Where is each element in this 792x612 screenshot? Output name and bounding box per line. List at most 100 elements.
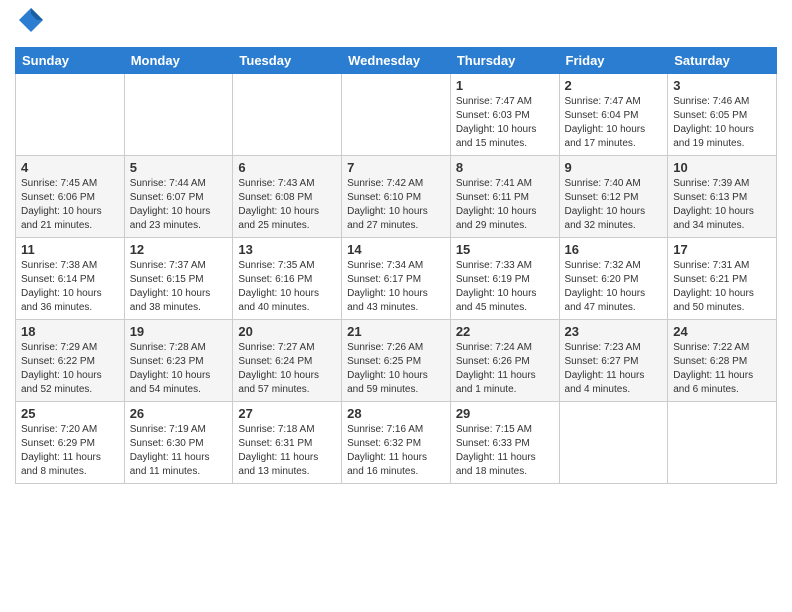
day-number: 20 [238,324,336,339]
calendar-cell: 3 Sunrise: 7:46 AM Sunset: 6:05 PM Daylig… [668,74,777,156]
day-info: Sunrise: 7:46 AM Sunset: 6:05 PM Dayligh… [673,95,771,151]
day-info: Sunrise: 7:47 AM Sunset: 6:04 PM Dayligh… [565,95,663,151]
day-info: Sunrise: 7:28 AM Sunset: 6:23 PM Dayligh… [130,341,228,397]
calendar-cell: 24 Sunrise: 7:22 AM Sunset: 6:28 PM Dayli… [668,320,777,402]
header-sunday: Sunday [16,48,125,74]
day-info: Sunrise: 7:42 AM Sunset: 6:10 PM Dayligh… [347,177,445,233]
calendar-cell [124,74,233,156]
day-info: Sunrise: 7:37 AM Sunset: 6:15 PM Dayligh… [130,259,228,315]
calendar-cell: 7 Sunrise: 7:42 AM Sunset: 6:10 PM Daylig… [342,156,451,238]
day-number: 6 [238,160,336,175]
day-number: 14 [347,242,445,257]
day-info: Sunrise: 7:16 AM Sunset: 6:32 PM Dayligh… [347,423,445,479]
header-saturday: Saturday [668,48,777,74]
day-info: Sunrise: 7:44 AM Sunset: 6:07 PM Dayligh… [130,177,228,233]
day-info: Sunrise: 7:34 AM Sunset: 6:17 PM Dayligh… [347,259,445,315]
calendar-cell: 21 Sunrise: 7:26 AM Sunset: 6:25 PM Dayli… [342,320,451,402]
calendar-cell: 19 Sunrise: 7:28 AM Sunset: 6:23 PM Dayli… [124,320,233,402]
calendar-cell: 14 Sunrise: 7:34 AM Sunset: 6:17 PM Dayli… [342,238,451,320]
day-info: Sunrise: 7:33 AM Sunset: 6:19 PM Dayligh… [456,259,554,315]
day-number: 10 [673,160,771,175]
header-wednesday: Wednesday [342,48,451,74]
calendar-cell: 23 Sunrise: 7:23 AM Sunset: 6:27 PM Dayli… [559,320,668,402]
day-number: 12 [130,242,228,257]
day-info: Sunrise: 7:40 AM Sunset: 6:12 PM Dayligh… [565,177,663,233]
day-number: 15 [456,242,554,257]
day-number: 19 [130,324,228,339]
day-number: 24 [673,324,771,339]
calendar-cell: 12 Sunrise: 7:37 AM Sunset: 6:15 PM Dayli… [124,238,233,320]
day-info: Sunrise: 7:32 AM Sunset: 6:20 PM Dayligh… [565,259,663,315]
day-number: 27 [238,406,336,421]
day-number: 16 [565,242,663,257]
calendar-cell: 9Sunrise: 7:40 AM Sunset: 6:12 PM Daylig… [559,156,668,238]
calendar-cell [16,74,125,156]
day-number: 11 [21,242,119,257]
calendar-cell: 17 Sunrise: 7:31 AM Sunset: 6:21 PM Dayli… [668,238,777,320]
day-info: Sunrise: 7:23 AM Sunset: 6:27 PM Dayligh… [565,341,663,397]
calendar-cell: 8 Sunrise: 7:41 AM Sunset: 6:11 PM Daylig… [450,156,559,238]
header-tuesday: Tuesday [233,48,342,74]
day-info: Sunrise: 7:22 AM Sunset: 6:28 PM Dayligh… [673,341,771,397]
calendar-body: 1 Sunrise: 7:47 AM Sunset: 6:03 PM Daylig… [16,74,777,484]
day-number: 25 [21,406,119,421]
calendar-cell [559,402,668,484]
calendar-cell: 4 Sunrise: 7:45 AM Sunset: 6:06 PM Daylig… [16,156,125,238]
day-number: 7 [347,160,445,175]
calendar-cell: 2 Sunrise: 7:47 AM Sunset: 6:04 PM Daylig… [559,74,668,156]
header [15,10,777,39]
calendar-cell: 20 Sunrise: 7:27 AM Sunset: 6:24 PM Dayli… [233,320,342,402]
day-number: 5 [130,160,228,175]
header-friday: Friday [559,48,668,74]
logo-text [15,15,45,39]
header-thursday: Thursday [450,48,559,74]
calendar-cell: 16 Sunrise: 7:32 AM Sunset: 6:20 PM Dayli… [559,238,668,320]
calendar-cell: 10Sunrise: 7:39 AM Sunset: 6:13 PM Dayli… [668,156,777,238]
day-info: Sunrise: 7:35 AM Sunset: 6:16 PM Dayligh… [238,259,336,315]
calendar-cell: 13Sunrise: 7:35 AM Sunset: 6:16 PM Dayli… [233,238,342,320]
calendar-cell: 18Sunrise: 7:29 AM Sunset: 6:22 PM Dayli… [16,320,125,402]
day-info: Sunrise: 7:24 AM Sunset: 6:26 PM Dayligh… [456,341,554,397]
day-number: 2 [565,78,663,93]
day-number: 18 [21,324,119,339]
day-number: 1 [456,78,554,93]
calendar-cell [668,402,777,484]
calendar-week-5: 25Sunrise: 7:20 AM Sunset: 6:29 PM Dayli… [16,402,777,484]
calendar-week-1: 1 Sunrise: 7:47 AM Sunset: 6:03 PM Daylig… [16,74,777,156]
day-info: Sunrise: 7:41 AM Sunset: 6:11 PM Dayligh… [456,177,554,233]
calendar-cell [342,74,451,156]
day-info: Sunrise: 7:31 AM Sunset: 6:21 PM Dayligh… [673,259,771,315]
day-info: Sunrise: 7:47 AM Sunset: 6:03 PM Dayligh… [456,95,554,151]
page: Sunday Monday Tuesday Wednesday Thursday… [0,0,792,494]
day-number: 8 [456,160,554,175]
calendar-cell: 27 Sunrise: 7:18 AM Sunset: 6:31 PM Dayli… [233,402,342,484]
calendar-cell: 6 Sunrise: 7:43 AM Sunset: 6:08 PM Daylig… [233,156,342,238]
calendar-header: Sunday Monday Tuesday Wednesday Thursday… [16,48,777,74]
logo [15,15,45,39]
calendar-cell: 5 Sunrise: 7:44 AM Sunset: 6:07 PM Daylig… [124,156,233,238]
calendar-cell: 29 Sunrise: 7:15 AM Sunset: 6:33 PM Dayli… [450,402,559,484]
day-number: 29 [456,406,554,421]
day-info: Sunrise: 7:18 AM Sunset: 6:31 PM Dayligh… [238,423,336,479]
day-number: 22 [456,324,554,339]
day-number: 21 [347,324,445,339]
calendar-cell: 11 Sunrise: 7:38 AM Sunset: 6:14 PM Dayli… [16,238,125,320]
calendar-cell [233,74,342,156]
calendar-cell: 25Sunrise: 7:20 AM Sunset: 6:29 PM Dayli… [16,402,125,484]
day-info: Sunrise: 7:38 AM Sunset: 6:14 PM Dayligh… [21,259,119,315]
day-info: Sunrise: 7:19 AM Sunset: 6:30 PM Dayligh… [130,423,228,479]
day-info: Sunrise: 7:27 AM Sunset: 6:24 PM Dayligh… [238,341,336,397]
day-number: 23 [565,324,663,339]
day-number: 28 [347,406,445,421]
calendar-cell: 22 Sunrise: 7:24 AM Sunset: 6:26 PM Dayli… [450,320,559,402]
day-info: Sunrise: 7:43 AM Sunset: 6:08 PM Dayligh… [238,177,336,233]
day-info: Sunrise: 7:15 AM Sunset: 6:33 PM Dayligh… [456,423,554,479]
day-info: Sunrise: 7:45 AM Sunset: 6:06 PM Dayligh… [21,177,119,233]
day-number: 4 [21,160,119,175]
calendar-week-4: 18Sunrise: 7:29 AM Sunset: 6:22 PM Dayli… [16,320,777,402]
day-headers-row: Sunday Monday Tuesday Wednesday Thursday… [16,48,777,74]
day-number: 26 [130,406,228,421]
day-number: 17 [673,242,771,257]
day-number: 3 [673,78,771,93]
day-info: Sunrise: 7:26 AM Sunset: 6:25 PM Dayligh… [347,341,445,397]
